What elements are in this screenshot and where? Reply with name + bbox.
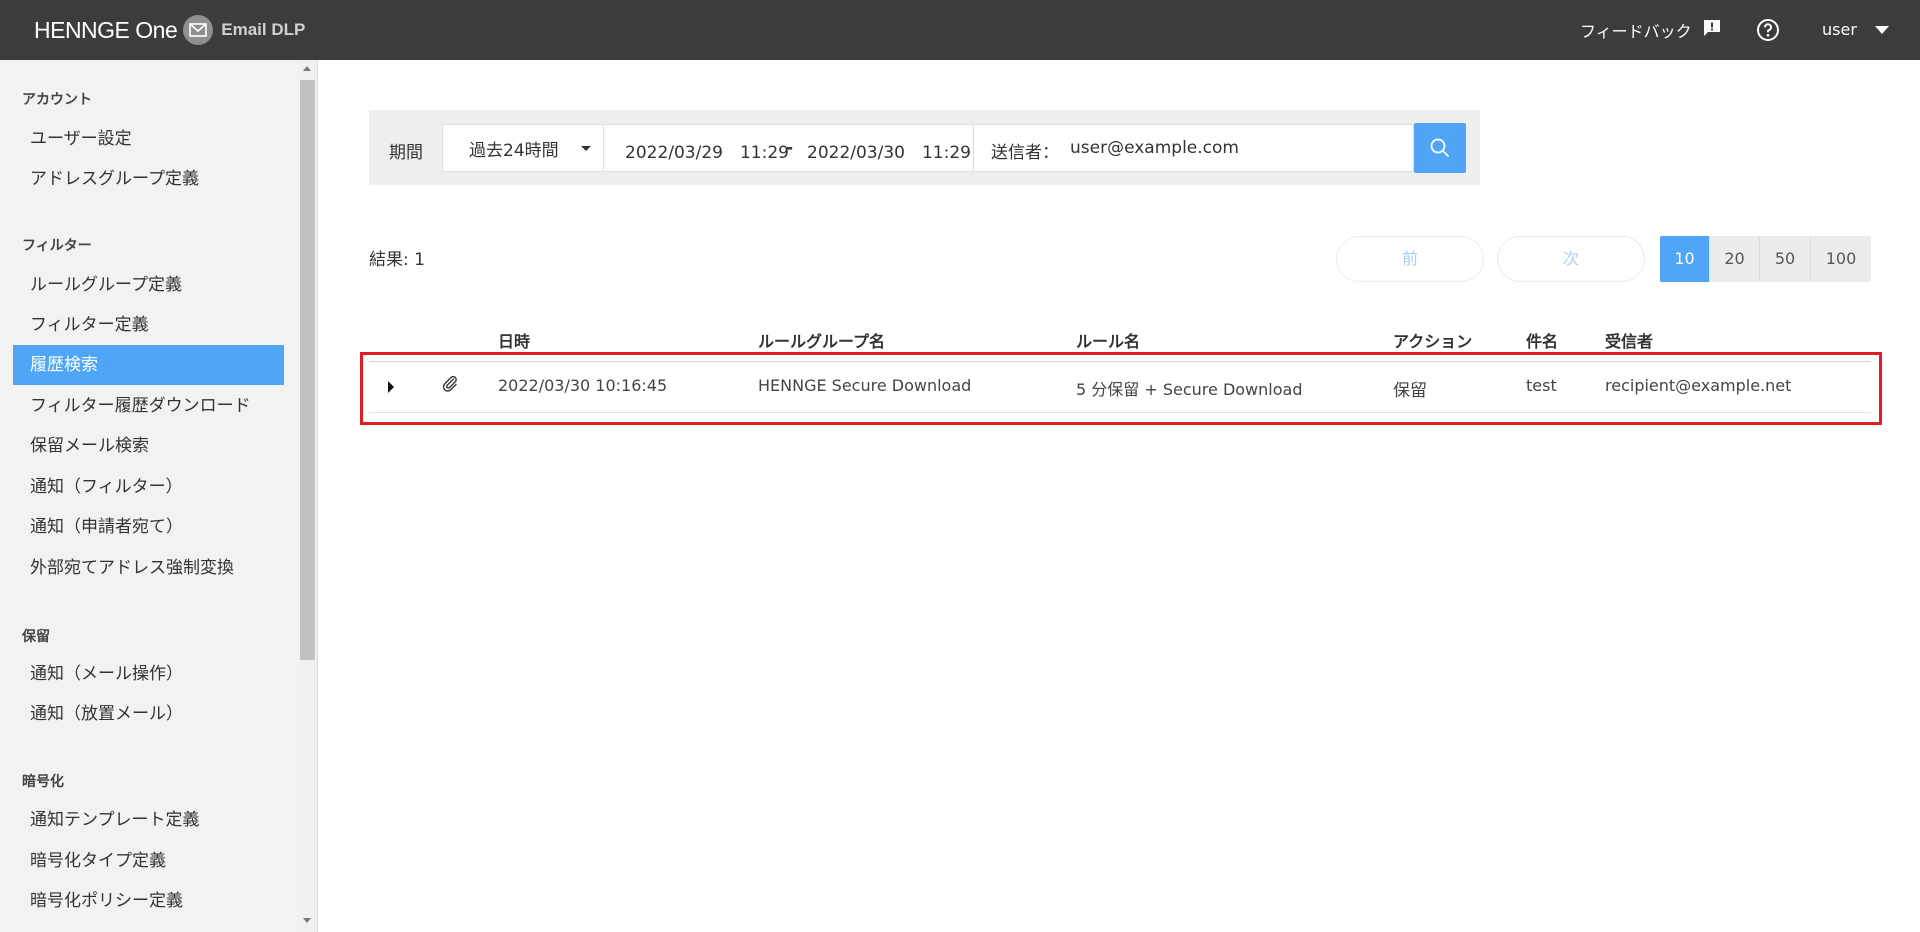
date-from[interactable]: 2022/03/29 11:29	[625, 138, 789, 163]
search-button[interactable]	[1414, 123, 1466, 173]
sidebar-item-encryption-policies[interactable]: 暗号化ポリシー定義	[13, 881, 284, 921]
feedback-label: フィードバック	[1580, 22, 1692, 41]
sidebar: アカウント ユーザー設定 アドレスグループ定義 フィルター ルールグループ定義 …	[0, 60, 318, 932]
prev-page-button[interactable]: 前	[1336, 236, 1484, 282]
feedback-icon	[1702, 18, 1722, 42]
sender-label: 送信者：	[991, 143, 1059, 163]
mail-icon	[183, 15, 214, 45]
date-range-field[interactable]: 2022/03/29 11:29 - 2022/03/30 11:29	[604, 124, 974, 172]
product-name: Email DLP	[221, 20, 306, 39]
result-count: 結果: 1	[369, 250, 425, 270]
page-size-selector: 10 20 50 100	[1660, 236, 1871, 282]
feedback-button[interactable]: フィードバック	[1580, 18, 1722, 42]
highlight-frame	[360, 352, 1882, 425]
page-size-100[interactable]: 100	[1811, 236, 1871, 282]
sender-input[interactable]: user@example.com	[1070, 138, 1239, 158]
sidebar-section-account: アカウント	[22, 92, 92, 108]
period-select[interactable]: 過去24時間	[442, 124, 604, 172]
sidebar-item-encryption-types[interactable]: 暗号化タイプ定義	[13, 841, 284, 881]
column-header-datetime[interactable]: 日時	[498, 328, 530, 352]
next-page-button[interactable]: 次	[1497, 236, 1645, 282]
sidebar-item-external-address-conversion[interactable]: 外部宛てアドレス強制変換	[13, 548, 284, 588]
column-header-recipient[interactable]: 受信者	[1605, 328, 1653, 352]
column-header-rule-group[interactable]: ルールグループ名	[758, 328, 885, 352]
sidebar-item-rule-groups[interactable]: ルールグループ定義	[13, 265, 284, 305]
sidebar-item-notify-filter[interactable]: 通知（フィルター）	[13, 467, 284, 507]
period-label: 期間	[389, 143, 423, 163]
sidebar-item-notify-abandoned-mail[interactable]: 通知（放置メール）	[13, 694, 284, 734]
sidebar-item-history-search[interactable]: 履歴検索	[13, 345, 284, 385]
sidebar-section-encryption: 暗号化	[22, 774, 64, 790]
sidebar-item-filter-history-download[interactable]: フィルター履歴ダウンロード	[13, 386, 284, 426]
column-header-subject[interactable]: 件名	[1526, 328, 1558, 352]
sidebar-item-notify-applicant[interactable]: 通知（申請者宛て）	[13, 507, 284, 547]
date-to[interactable]: 2022/03/30 11:29	[807, 138, 971, 163]
brand-name: HENNGE One	[34, 16, 178, 43]
chevron-down-icon	[581, 146, 591, 151]
help-icon[interactable]	[1756, 18, 1780, 46]
page-size-20[interactable]: 20	[1710, 236, 1760, 282]
column-header-rule-name[interactable]: ルール名	[1076, 328, 1140, 352]
sidebar-item-held-mail-search[interactable]: 保留メール検索	[13, 426, 284, 466]
sidebar-item-notify-mail-operation[interactable]: 通知（メール操作）	[13, 654, 284, 694]
brand-logo[interactable]: HENNGE One Email DLP	[34, 14, 305, 46]
sender-field[interactable]: 送信者： user@example.com	[974, 124, 1414, 172]
top-bar: HENNGE One Email DLP フィードバック user	[0, 0, 1920, 60]
date-separator: -	[786, 138, 794, 158]
sidebar-item-address-groups[interactable]: アドレスグループ定義	[13, 159, 284, 199]
page-size-10[interactable]: 10	[1660, 236, 1710, 282]
user-name: user	[1822, 20, 1857, 39]
sidebar-section-hold: 保留	[22, 629, 50, 645]
chevron-down-icon	[1874, 25, 1889, 34]
period-value: 過去24時間	[469, 140, 559, 161]
sidebar-section-filter: フィルター	[22, 238, 92, 254]
column-header-action[interactable]: アクション	[1393, 328, 1472, 352]
scroll-down-arrow-icon[interactable]	[303, 918, 311, 923]
scroll-up-arrow-icon[interactable]	[303, 66, 311, 71]
search-icon	[1430, 138, 1449, 157]
scrollbar-thumb[interactable]	[300, 80, 315, 660]
sidebar-item-user-settings[interactable]: ユーザー設定	[13, 119, 284, 159]
search-bar: 期間 過去24時間 2022/03/29 11:29 - 2022/03/30 …	[369, 110, 1480, 185]
sidebar-item-filter-definitions[interactable]: フィルター定義	[13, 305, 284, 345]
user-menu[interactable]: user	[1822, 20, 1889, 39]
sidebar-scrollbar[interactable]	[298, 60, 317, 932]
sidebar-item-notification-templates[interactable]: 通知テンプレート定義	[13, 800, 284, 840]
page-size-50[interactable]: 50	[1760, 236, 1811, 282]
